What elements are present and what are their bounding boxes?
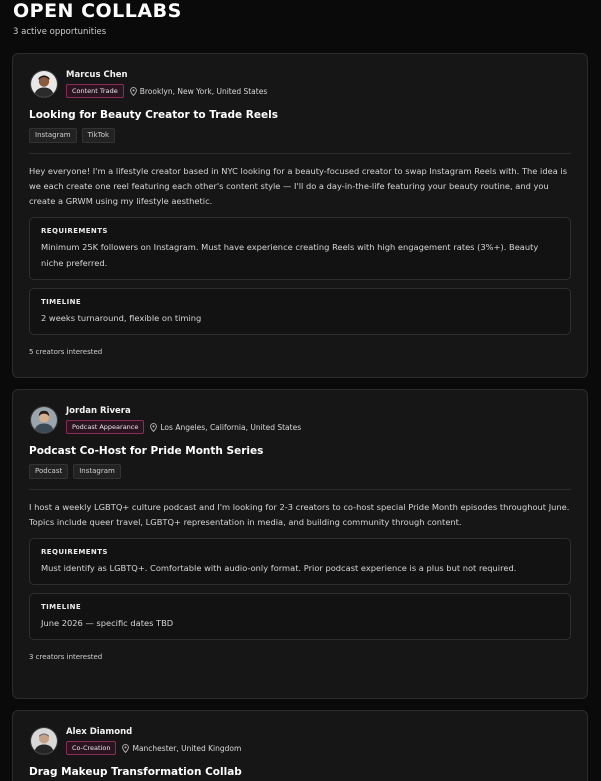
collab-card[interactable]: Alex Diamond Co-Creation Manchester, Uni… [12, 710, 588, 781]
collab-type-badge: Co-Creation [66, 741, 117, 755]
open-collabs-page: OPEN COLLABS 3 active opportunities Marc… [0, 0, 601, 781]
platform-tags: Podcast Instagram [29, 464, 571, 479]
collab-type-badge: Content Trade [66, 84, 124, 98]
location-text: Los Angeles, California, United States [160, 422, 302, 432]
collab-description: I host a weekly LGBTQ+ culture podcast a… [29, 502, 570, 527]
requirements-text: Must identify as LGBTQ+. Comfortable wit… [41, 563, 517, 573]
divider [29, 153, 571, 154]
location-pin-icon [129, 86, 137, 96]
tag-podcast: Podcast [29, 464, 69, 479]
timeline-label: TIMELINE [41, 298, 82, 306]
location-text: Manchester, United Kingdom [132, 743, 242, 753]
active-count: 3 active opportunities [13, 27, 107, 37]
timeline-box: TIMELINE June 2026 — specific dates TBD [29, 593, 571, 640]
timeline-text: June 2026 — specific dates TBD [41, 618, 174, 628]
timeline-label: TIMELINE [41, 603, 82, 611]
avatar[interactable] [30, 727, 58, 755]
author-name[interactable]: Jordan Rivera [66, 406, 131, 416]
timeline-text: 2 weeks turnaround, flexible on timing [41, 313, 202, 323]
timeline-box: TIMELINE 2 weeks turnaround, flexible on… [29, 288, 571, 335]
location-text: Brooklyn, New York, United States [139, 86, 268, 96]
page-title: OPEN COLLABS [13, 0, 182, 22]
collab-card[interactable]: Jordan Rivera Podcast Appearance Los Ang… [12, 389, 588, 699]
collab-type-badge: Podcast Appearance [66, 420, 145, 434]
location-pin-icon [150, 422, 158, 432]
interested-count: 5 creators interested [29, 348, 103, 356]
requirements-box: REQUIREMENTS Minimum 25K followers on In… [29, 217, 571, 280]
avatar[interactable] [30, 70, 58, 98]
collab-title[interactable]: Looking for Beauty Creator to Trade Reel… [29, 108, 571, 122]
tag-tiktok: TikTok [81, 128, 116, 143]
collab-card[interactable]: Marcus Chen Content Trade Brooklyn, New … [12, 53, 588, 378]
collab-title[interactable]: Podcast Co-Host for Pride Month Series [29, 444, 571, 458]
requirements-label: REQUIREMENTS [41, 227, 108, 235]
collab-title[interactable]: Drag Makeup Transformation Collab [29, 765, 571, 779]
requirements-label: REQUIREMENTS [41, 548, 108, 556]
author-name[interactable]: Marcus Chen [66, 70, 128, 80]
tag-instagram: Instagram [29, 128, 77, 143]
requirements-box: REQUIREMENTS Must identify as LGBTQ+. Co… [29, 538, 571, 585]
interested-count: 3 creators interested [29, 653, 103, 661]
platform-tags: Instagram TikTok [29, 128, 571, 143]
requirements-text: Minimum 25K followers on Instagram. Must… [41, 242, 539, 268]
avatar[interactable] [30, 406, 58, 434]
location-pin-icon [122, 743, 130, 753]
page-header: OPEN COLLABS 3 active opportunities [13, 0, 182, 37]
tag-instagram: Instagram [73, 464, 121, 479]
collab-description: Hey everyone! I'm a lifestyle creator ba… [29, 166, 568, 206]
divider [29, 489, 571, 490]
author-name[interactable]: Alex Diamond [66, 727, 132, 737]
